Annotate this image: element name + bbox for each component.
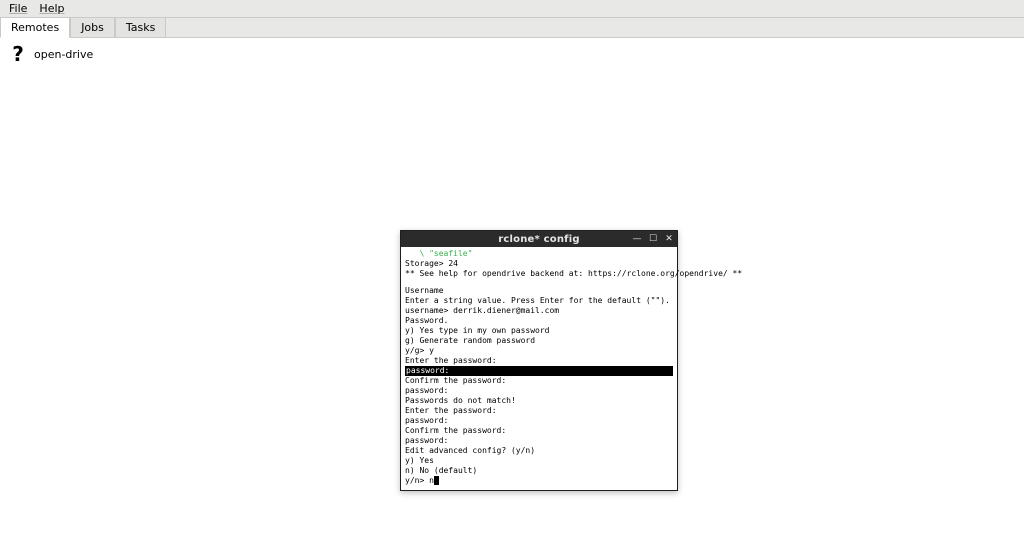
tab-tasks[interactable]: Tasks: [115, 17, 166, 37]
minimize-icon[interactable]: —: [632, 234, 642, 244]
terminal-line: y) Yes: [405, 456, 673, 466]
terminal-window[interactable]: rclone* config — ☐ ✕ \ "seafile"Storage>…: [400, 230, 678, 491]
terminal-line: ** See help for opendrive backend at: ht…: [405, 269, 673, 279]
menubar: File Help: [0, 0, 1024, 18]
terminal-line: Enter the password:: [405, 356, 673, 366]
terminal-line: password:: [405, 416, 673, 426]
terminal-line: Password.: [405, 316, 673, 326]
tabstrip: Remotes Jobs Tasks: [0, 18, 1024, 38]
terminal-line: y/g> y: [405, 346, 673, 356]
terminal-line: Enter the password:: [405, 406, 673, 416]
terminal-line: Edit advanced config? (y/n): [405, 446, 673, 456]
content-area: ? open-drive rclone* config — ☐ ✕ \ "sea…: [0, 38, 1024, 550]
terminal-titlebar[interactable]: rclone* config — ☐ ✕: [401, 231, 677, 247]
terminal-line: y) Yes type in my own password: [405, 326, 673, 336]
tab-jobs[interactable]: Jobs: [70, 17, 115, 37]
unknown-remote-icon: ?: [8, 44, 28, 64]
terminal-line: n) No (default): [405, 466, 673, 476]
terminal-line: Storage> 24: [405, 259, 673, 269]
maximize-icon[interactable]: ☐: [648, 234, 658, 244]
terminal-line: y/n> n: [405, 476, 673, 486]
list-item[interactable]: ? open-drive: [0, 38, 1024, 70]
terminal-line: Confirm the password:: [405, 426, 673, 436]
terminal-line: Username: [405, 286, 673, 296]
terminal-line: password:: [405, 366, 673, 376]
terminal-line: username> derrik.diener@mail.com: [405, 306, 673, 316]
terminal-line: \ "seafile": [405, 249, 673, 259]
terminal-cursor: [434, 476, 439, 485]
menu-item-file[interactable]: File: [3, 1, 33, 16]
menu-item-help[interactable]: Help: [33, 1, 70, 16]
terminal-line: g) Generate random password: [405, 336, 673, 346]
terminal-line: Enter a string value. Press Enter for th…: [405, 296, 673, 306]
terminal-line: [405, 279, 673, 286]
terminal-body[interactable]: \ "seafile"Storage> 24** See help for op…: [401, 247, 677, 490]
close-icon[interactable]: ✕: [664, 234, 674, 244]
terminal-line: password:: [405, 436, 673, 446]
terminal-line: Confirm the password:: [405, 376, 673, 386]
remote-label: open-drive: [34, 48, 93, 61]
tab-remotes[interactable]: Remotes: [0, 17, 70, 38]
terminal-line: password:: [405, 386, 673, 396]
terminal-line: Passwords do not match!: [405, 396, 673, 406]
